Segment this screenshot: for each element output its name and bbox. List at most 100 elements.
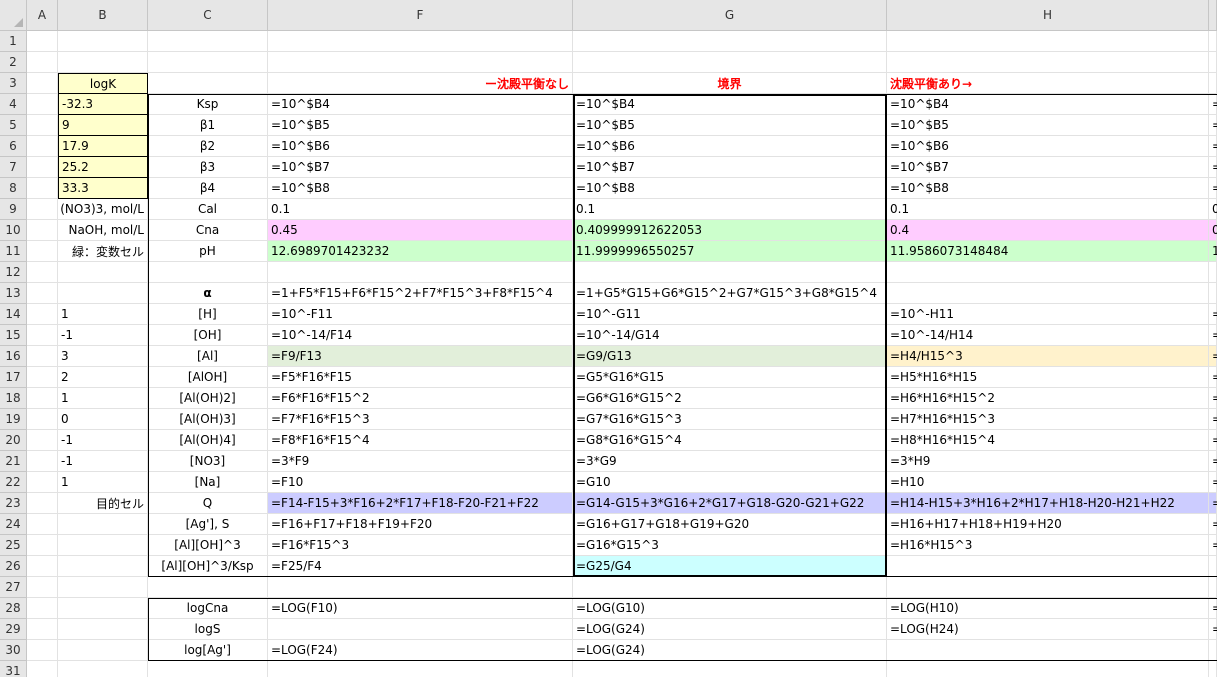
row-header-28[interactable]: 28 bbox=[0, 598, 27, 619]
header-no-precipitation[interactable]: ー沈殿平衡なし bbox=[268, 73, 573, 94]
cell-a14[interactable] bbox=[27, 304, 58, 325]
row-header-1[interactable]: 1 bbox=[0, 31, 27, 52]
cell-n23[interactable]: = bbox=[1209, 493, 1217, 514]
cell-a7[interactable] bbox=[27, 157, 58, 178]
cell-n18[interactable]: = bbox=[1209, 388, 1217, 409]
cell-n2[interactable] bbox=[1209, 52, 1217, 73]
cell-a28[interactable] bbox=[27, 598, 58, 619]
cell-a20[interactable] bbox=[27, 430, 58, 451]
select-all-corner[interactable] bbox=[0, 0, 27, 31]
row-header-10[interactable]: 10 bbox=[0, 220, 27, 241]
cell-h23[interactable]: =H14-H15+3*H16+2*H17+H18-H20-H21+H22 bbox=[887, 493, 1209, 514]
row-header-9[interactable]: 9 bbox=[0, 199, 27, 220]
cell-g6[interactable]: =10^$B6 bbox=[573, 136, 887, 157]
cell-b17[interactable]: 2 bbox=[58, 367, 148, 388]
cell-g17[interactable]: =G5*G16*G15 bbox=[573, 367, 887, 388]
cell-f16[interactable]: =F9/F13 bbox=[268, 346, 573, 367]
row-header-13[interactable]: 13 bbox=[0, 283, 27, 304]
cell-g24[interactable]: =G16+G17+G18+G19+G20 bbox=[573, 514, 887, 535]
cell-c19[interactable]: [Al(OH)3] bbox=[148, 409, 268, 430]
cell-n10[interactable]: 0 bbox=[1209, 220, 1217, 241]
cell-g11[interactable]: 11.9999996550257 bbox=[573, 241, 887, 262]
column-header-c[interactable]: C bbox=[148, 0, 268, 31]
cell-a12[interactable] bbox=[27, 262, 58, 283]
cell-n8[interactable]: = bbox=[1209, 178, 1217, 199]
cell-n21[interactable]: = bbox=[1209, 451, 1217, 472]
cell-b1[interactable] bbox=[58, 31, 148, 52]
cell-n20[interactable]: = bbox=[1209, 430, 1217, 451]
cell-c3[interactable] bbox=[148, 73, 268, 94]
cell-h14[interactable]: =10^-H11 bbox=[887, 304, 1209, 325]
cell-n1[interactable] bbox=[1209, 31, 1217, 52]
cell-f27[interactable] bbox=[268, 577, 573, 598]
cell-f29[interactable] bbox=[268, 619, 573, 640]
cell-f24[interactable]: =F16+F17+F18+F19+F20 bbox=[268, 514, 573, 535]
cell-c25[interactable]: [Al][OH]^3 bbox=[148, 535, 268, 556]
cell-b30[interactable] bbox=[58, 640, 148, 661]
cell-b11[interactable]: 緑：変数セル bbox=[58, 241, 148, 262]
cell-b26[interactable] bbox=[58, 556, 148, 577]
cell-a4[interactable] bbox=[27, 94, 58, 115]
cell-c24[interactable]: [Ag'], S bbox=[148, 514, 268, 535]
cell-c29[interactable]: logS bbox=[148, 619, 268, 640]
cell-h31[interactable] bbox=[887, 661, 1209, 677]
row-header-5[interactable]: 5 bbox=[0, 115, 27, 136]
cell-c15[interactable]: [OH] bbox=[148, 325, 268, 346]
cell-n11[interactable]: 1 bbox=[1209, 241, 1217, 262]
cell-n27[interactable] bbox=[1209, 577, 1217, 598]
cell-h11[interactable]: 11.9586073148484 bbox=[887, 241, 1209, 262]
cell-b24[interactable] bbox=[58, 514, 148, 535]
cell-n14[interactable]: = bbox=[1209, 304, 1217, 325]
cell-n7[interactable]: = bbox=[1209, 157, 1217, 178]
cell-c10[interactable]: Cna bbox=[148, 220, 268, 241]
cell-c11[interactable]: pH bbox=[148, 241, 268, 262]
cell-g23[interactable]: =G14-G15+3*G16+2*G17+G18-G20-G21+G22 bbox=[573, 493, 887, 514]
cell-h4[interactable]: =10^$B4 bbox=[887, 94, 1209, 115]
row-header-19[interactable]: 19 bbox=[0, 409, 27, 430]
cell-b21[interactable]: -1 bbox=[58, 451, 148, 472]
cell-b3[interactable]: logK bbox=[58, 73, 148, 94]
cell-c21[interactable]: [NO3] bbox=[148, 451, 268, 472]
cell-g26[interactable]: =G25/G4 bbox=[573, 556, 887, 577]
cell-g20[interactable]: =G8*G16*G15^4 bbox=[573, 430, 887, 451]
cell-g2[interactable] bbox=[573, 52, 887, 73]
cell-f30[interactable]: =LOG(F24) bbox=[268, 640, 573, 661]
cell-h8[interactable]: =10^$B8 bbox=[887, 178, 1209, 199]
cell-g1[interactable] bbox=[573, 31, 887, 52]
cell-f20[interactable]: =F8*F16*F15^4 bbox=[268, 430, 573, 451]
cell-b8[interactable]: 33.3 bbox=[58, 178, 148, 199]
cell-c17[interactable]: [AlOH] bbox=[148, 367, 268, 388]
cell-a16[interactable] bbox=[27, 346, 58, 367]
cell-h16[interactable]: =H4/H15^3 bbox=[887, 346, 1209, 367]
cell-g8[interactable]: =10^$B8 bbox=[573, 178, 887, 199]
row-header-30[interactable]: 30 bbox=[0, 640, 27, 661]
cell-g30[interactable]: =LOG(G24) bbox=[573, 640, 887, 661]
cell-b20[interactable]: -1 bbox=[58, 430, 148, 451]
cell-b16[interactable]: 3 bbox=[58, 346, 148, 367]
cell-h15[interactable]: =10^-14/H14 bbox=[887, 325, 1209, 346]
cell-a1[interactable] bbox=[27, 31, 58, 52]
cell-a19[interactable] bbox=[27, 409, 58, 430]
cell-g22[interactable]: =G10 bbox=[573, 472, 887, 493]
cell-c7[interactable]: β3 bbox=[148, 157, 268, 178]
cell-g4[interactable]: =10^$B4 bbox=[573, 94, 887, 115]
cell-c9[interactable]: Cal bbox=[148, 199, 268, 220]
cell-g12[interactable] bbox=[573, 262, 887, 283]
cell-n17[interactable]: = bbox=[1209, 367, 1217, 388]
cell-g18[interactable]: =G6*G16*G15^2 bbox=[573, 388, 887, 409]
column-header-a[interactable]: A bbox=[27, 0, 58, 31]
cell-g5[interactable]: =10^$B5 bbox=[573, 115, 887, 136]
cell-g31[interactable] bbox=[573, 661, 887, 677]
row-header-12[interactable]: 12 bbox=[0, 262, 27, 283]
cell-a11[interactable] bbox=[27, 241, 58, 262]
cell-g28[interactable]: =LOG(G10) bbox=[573, 598, 887, 619]
cell-g14[interactable]: =10^-G11 bbox=[573, 304, 887, 325]
cell-f9[interactable]: 0.1 bbox=[268, 199, 573, 220]
cell-n26[interactable] bbox=[1209, 556, 1217, 577]
cell-g16[interactable]: =G9/G13 bbox=[573, 346, 887, 367]
cell-g7[interactable]: =10^$B7 bbox=[573, 157, 887, 178]
cell-a15[interactable] bbox=[27, 325, 58, 346]
cell-h19[interactable]: =H7*H16*H15^3 bbox=[887, 409, 1209, 430]
cell-f8[interactable]: =10^$B8 bbox=[268, 178, 573, 199]
cell-c26[interactable]: [Al][OH]^3/Ksp bbox=[148, 556, 268, 577]
